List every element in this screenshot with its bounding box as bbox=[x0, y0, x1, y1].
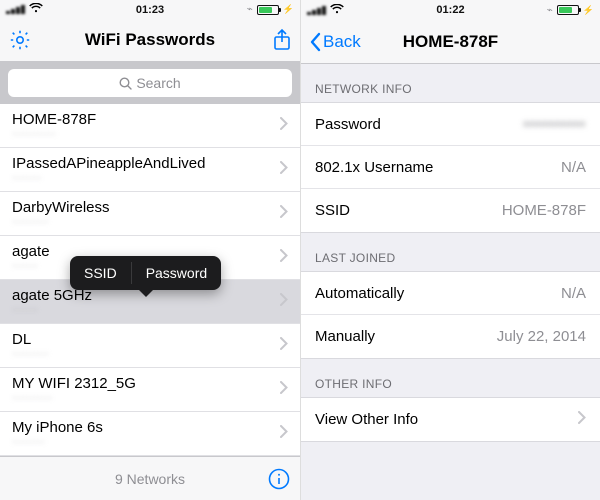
chevron-right-icon bbox=[280, 117, 288, 135]
bluetooth-icon: ⌁ bbox=[247, 4, 253, 15]
cell-view-other-info[interactable]: View Other Info bbox=[301, 398, 600, 441]
network-ssid: My iPhone 6s bbox=[12, 419, 280, 436]
chevron-right-icon bbox=[280, 161, 288, 179]
gear-icon[interactable] bbox=[8, 28, 32, 52]
network-sub: ·········· bbox=[12, 216, 280, 228]
list-item[interactable]: agate 5GHz·······SSIDPassword bbox=[0, 280, 300, 324]
network-sub: ······· bbox=[12, 304, 280, 316]
search-icon bbox=[119, 77, 132, 90]
network-sub: ········· bbox=[12, 436, 280, 448]
network-sub: ············ bbox=[12, 128, 280, 140]
network-sub: ··········· bbox=[12, 392, 280, 404]
charging-icon: ⚡ bbox=[583, 5, 594, 16]
network-ssid: DarbyWireless bbox=[12, 199, 280, 216]
chevron-right-icon bbox=[280, 293, 288, 311]
list-item[interactable]: MY WIFI 2312_5G··········· bbox=[0, 368, 300, 412]
chevron-right-icon bbox=[280, 381, 288, 399]
battery-icon bbox=[257, 5, 279, 15]
list-item[interactable]: HOME-878F············ bbox=[0, 104, 300, 148]
network-ssid: HOME-878F bbox=[12, 111, 280, 128]
search-input[interactable]: Search bbox=[8, 69, 292, 97]
wifi-icon bbox=[29, 3, 43, 16]
toolbar: 9 Networks bbox=[0, 456, 300, 500]
signal-icon bbox=[6, 5, 25, 14]
chevron-right-icon bbox=[578, 411, 586, 429]
copy-password-button[interactable]: Password bbox=[132, 256, 221, 290]
list-item[interactable]: DL·········· bbox=[0, 324, 300, 368]
page-title: WiFi Passwords bbox=[85, 30, 215, 50]
copy-ssid-button[interactable]: SSID bbox=[70, 256, 131, 290]
network-ssid: DL bbox=[12, 331, 280, 348]
chevron-right-icon bbox=[280, 205, 288, 223]
info-icon[interactable] bbox=[268, 457, 290, 500]
chevron-left-icon bbox=[309, 32, 321, 52]
section-header-other-info: OTHER INFO bbox=[301, 359, 600, 397]
back-label: Back bbox=[323, 32, 361, 52]
nav-bar: WiFi Passwords bbox=[0, 19, 300, 62]
page-title: HOME-878F bbox=[403, 32, 498, 52]
network-sub: ········ bbox=[12, 172, 280, 184]
network-ssid: MY WIFI 2312_5G bbox=[12, 375, 280, 392]
charging-icon: ⚡ bbox=[283, 4, 294, 15]
cell-password[interactable]: Password •••••••••• bbox=[301, 103, 600, 146]
search-placeholder: Search bbox=[136, 75, 180, 91]
signal-icon bbox=[307, 6, 326, 15]
network-list: HOME-878F············IPassedAPineappleAn… bbox=[0, 104, 300, 500]
status-bar: 01:22 ⌁ ⚡ bbox=[301, 0, 600, 20]
network-sub: ·········· bbox=[12, 348, 280, 360]
nav-bar: Back HOME-878F bbox=[301, 20, 600, 64]
cell-8021x-username: 802.1x Username N/A bbox=[301, 146, 600, 189]
list-item[interactable]: IPassedAPineappleAndLived········ bbox=[0, 148, 300, 192]
detail-table: NETWORK INFO Password •••••••••• 802.1x … bbox=[301, 64, 600, 500]
search-bar: Search bbox=[0, 62, 300, 104]
cell-manual-joined: Manually July 22, 2014 bbox=[301, 315, 600, 358]
cell-auto-joined: Automatically N/A bbox=[301, 272, 600, 315]
list-item[interactable]: My iPhone 6s········· bbox=[0, 412, 300, 456]
cell-ssid: SSID HOME-878F bbox=[301, 189, 600, 232]
copy-popover: SSIDPassword bbox=[70, 256, 221, 290]
bluetooth-icon: ⌁ bbox=[547, 5, 553, 16]
wifi-icon bbox=[330, 4, 344, 17]
network-count: 9 Networks bbox=[115, 471, 185, 487]
password-value: •••••••••• bbox=[523, 116, 586, 133]
screen-network-detail: 01:22 ⌁ ⚡ Back HOME-878F NETWORK INFO Pa… bbox=[300, 0, 600, 500]
screen-wifi-passwords: 01:23 ⌁ ⚡ WiFi Passwords bbox=[0, 0, 300, 500]
battery-icon bbox=[557, 5, 579, 15]
chevron-right-icon bbox=[280, 337, 288, 355]
back-button[interactable]: Back bbox=[309, 32, 361, 52]
chevron-right-icon bbox=[280, 425, 288, 443]
share-icon[interactable] bbox=[272, 28, 292, 52]
network-ssid: IPassedAPineappleAndLived bbox=[12, 155, 280, 172]
list-item[interactable]: DarbyWireless·········· bbox=[0, 192, 300, 236]
chevron-right-icon bbox=[280, 249, 288, 267]
status-bar: 01:23 ⌁ ⚡ bbox=[0, 0, 300, 19]
section-header-network-info: NETWORK INFO bbox=[301, 64, 600, 102]
section-header-last-joined: LAST JOINED bbox=[301, 233, 600, 271]
